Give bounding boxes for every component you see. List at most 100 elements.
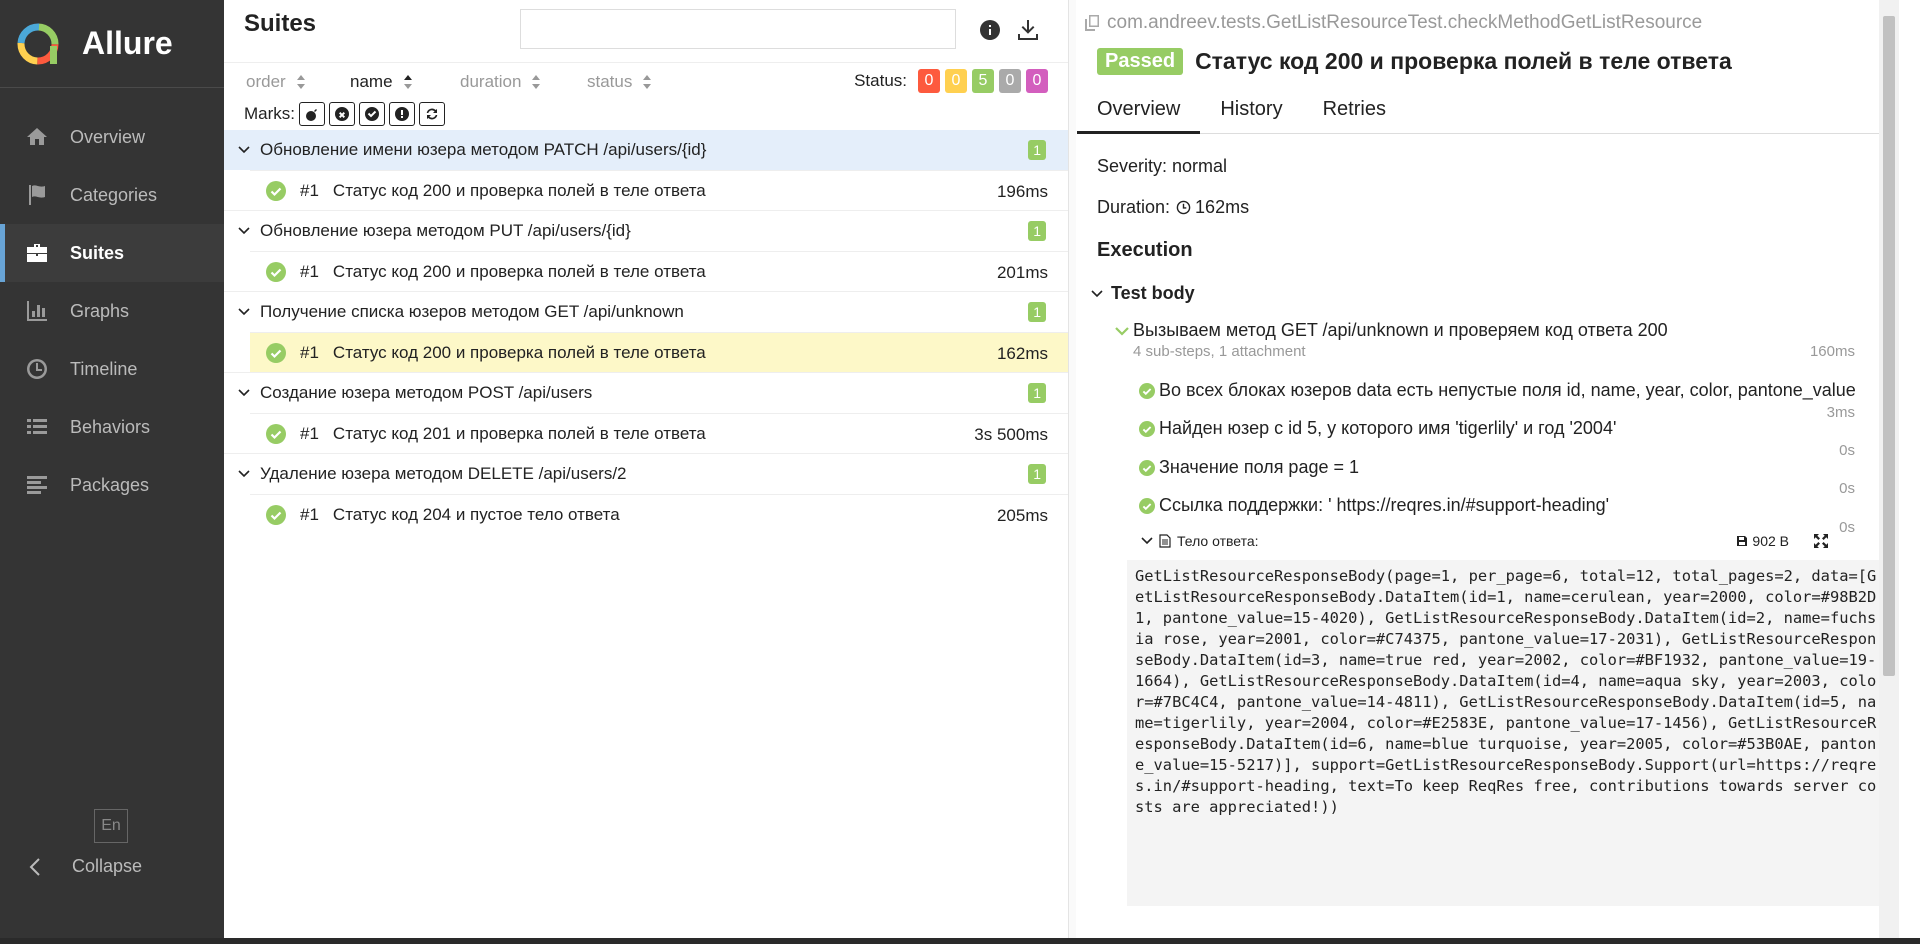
check-circle-icon (266, 342, 286, 363)
collapse-label: Collapse (72, 856, 143, 876)
scrollbar-thumb[interactable] (1883, 16, 1895, 676)
status-broken-count[interactable]: 0 (945, 69, 967, 93)
test-row-selected[interactable]: #1 Статус код 200 и проверка полей в тел… (250, 332, 1068, 372)
test-row[interactable]: #1 Статус код 200 и проверка полей в тел… (250, 251, 1068, 291)
sub-step-duration: 0s (1839, 442, 1855, 459)
language-button[interactable]: En (94, 809, 128, 843)
flag-icon (22, 182, 52, 208)
suite-group-header[interactable]: Получение списка юзеров методом GET /api… (224, 292, 1068, 332)
test-row[interactable]: #1 Статус код 204 и пустое тело ответа 2… (250, 494, 1068, 534)
sort-order[interactable]: order (246, 72, 306, 92)
test-name: Статус код 200 и проверка полей в теле о… (332, 261, 706, 281)
suite-name: Удаление юзера методом DELETE /api/users… (260, 464, 627, 483)
suite-group: Получение списка юзеров методом GET /api… (224, 292, 1068, 373)
sidebar-item-overview[interactable]: Overview (0, 108, 224, 166)
status-unknown-count[interactable]: 0 (1026, 69, 1048, 93)
chevron-down-icon (1091, 289, 1103, 297)
align-left-icon (22, 472, 52, 498)
mark-new-passed-button[interactable] (359, 102, 385, 126)
page-title: Suites (244, 10, 317, 37)
suite-group: Удаление юзера методом DELETE /api/users… (224, 454, 1068, 534)
mark-new-broken-button[interactable] (389, 102, 415, 126)
suites-pane: Suites order name duration status Status… (224, 0, 1068, 944)
sidebar-item-suites[interactable]: Suites (0, 224, 224, 282)
status-failed-count[interactable]: 0 (918, 69, 940, 93)
suite-name: Обновление юзера методом PUT /api/users/… (260, 221, 631, 240)
sub-step[interactable]: Значение поля page = 1 (1139, 457, 1359, 478)
sort-duration[interactable]: duration (460, 72, 541, 92)
test-duration: 3s 500ms (974, 425, 1048, 444)
details-tabs: Overview History Retries (1077, 90, 1899, 134)
suite-tree: Обновление имени юзера методом PATCH /ap… (224, 130, 1068, 534)
sidebar-item-graphs[interactable]: Graphs (0, 282, 224, 340)
times-circle-icon (335, 107, 349, 121)
list-icon (22, 414, 52, 440)
sidebar-item-timeline[interactable]: Timeline (0, 340, 224, 398)
sidebar-item-label: Timeline (70, 358, 138, 379)
suite-group-header[interactable]: Обновление имени юзера методом PATCH /ap… (224, 130, 1068, 170)
sub-step[interactable]: Ссылка поддержки: ' https://reqres.in/#s… (1139, 495, 1609, 516)
sidebar-item-packages[interactable]: Packages (0, 456, 224, 514)
pane-splitter[interactable] (1068, 0, 1076, 944)
chevron-left-icon (29, 857, 40, 876)
brand[interactable]: Allure (0, 0, 224, 88)
test-row[interactable]: #1 Статус код 200 и проверка полей в тел… (250, 170, 1068, 210)
mark-retries-button[interactable] (419, 102, 445, 126)
chevron-down-icon (1115, 326, 1129, 336)
sort-label: name (350, 72, 393, 91)
sort-asc-icon (403, 75, 412, 89)
sort-icon (643, 75, 652, 89)
test-full-name[interactable]: com.andreev.tests.GetListResourceTest.ch… (1083, 12, 1702, 34)
attachment-size: 902 B (1736, 533, 1789, 549)
suite-group-header[interactable]: Удаление юзера методом DELETE /api/users… (224, 454, 1068, 494)
download-icon[interactable] (1014, 16, 1042, 44)
sidebar-item-behaviors[interactable]: Behaviors (0, 398, 224, 456)
attachment-size-value: 902 B (1752, 533, 1789, 549)
mark-flaky-button[interactable] (299, 102, 325, 126)
clock-icon (1176, 200, 1191, 215)
check-circle-icon (266, 504, 286, 525)
sort-label: duration (460, 72, 522, 91)
expand-icon[interactable] (1813, 533, 1829, 549)
step-toggle[interactable]: Вызываем метод GET /api/unknown и провер… (1115, 320, 1668, 341)
copy-icon[interactable] (1083, 14, 1101, 32)
chevron-down-icon (238, 470, 250, 478)
test-duration: 162ms (996, 344, 1048, 363)
test-header: Passed Статус код 200 и проверка полей в… (1097, 48, 1732, 75)
suite-group-header[interactable]: Обновление юзера методом PUT /api/users/… (224, 211, 1068, 251)
taskbar-strip (0, 938, 1920, 944)
suite-group-header[interactable]: Создание юзера методом POST /api/users 1 (224, 373, 1068, 413)
collapse-button[interactable]: Collapse (28, 856, 142, 877)
sidebar-item-categories[interactable]: Categories (0, 166, 224, 224)
status-passed-count[interactable]: 5 (972, 69, 994, 93)
tab-overview[interactable]: Overview (1077, 90, 1201, 134)
test-path: com.andreev.tests.GetListResourceTest.ch… (1107, 12, 1703, 33)
check-circle-icon (266, 423, 286, 444)
attachment-content: GetListResourceResponseBody(page=1, per_… (1127, 560, 1887, 906)
tab-history[interactable]: History (1200, 90, 1302, 134)
execution-heading: Execution (1097, 239, 1193, 261)
sub-step[interactable]: Во всех блоках юзеров data есть непустые… (1139, 380, 1856, 401)
info-icon[interactable] (976, 16, 1004, 44)
test-row[interactable]: #1 Статус код 201 и проверка полей в тел… (250, 413, 1068, 453)
status-label: Status: (854, 71, 907, 90)
test-number: #1 (300, 180, 319, 200)
sort-label: order (246, 72, 286, 91)
check-circle-icon (1139, 459, 1155, 476)
test-body-label: Test body (1111, 283, 1195, 303)
test-body-toggle[interactable]: Test body (1091, 283, 1195, 304)
vertical-scrollbar[interactable] (1879, 0, 1899, 944)
step-name: Вызываем метод GET /api/unknown и провер… (1133, 320, 1668, 340)
status-skipped-count[interactable]: 0 (999, 69, 1021, 93)
refresh-icon (426, 108, 438, 120)
sort-status[interactable]: status (587, 72, 652, 92)
suite-group: Обновление юзера методом PUT /api/users/… (224, 211, 1068, 292)
sort-name[interactable]: name (350, 72, 413, 92)
sub-step[interactable]: Найден юзер с id 5, у которого имя 'tige… (1139, 418, 1616, 439)
tab-retries[interactable]: Retries (1303, 90, 1406, 134)
mark-new-failed-button[interactable] (329, 102, 355, 126)
attachment-toggle[interactable]: Тело ответа: (1141, 533, 1259, 549)
check-circle-icon (1139, 497, 1155, 514)
test-duration: 205ms (996, 506, 1048, 525)
search-input[interactable] (520, 9, 956, 49)
